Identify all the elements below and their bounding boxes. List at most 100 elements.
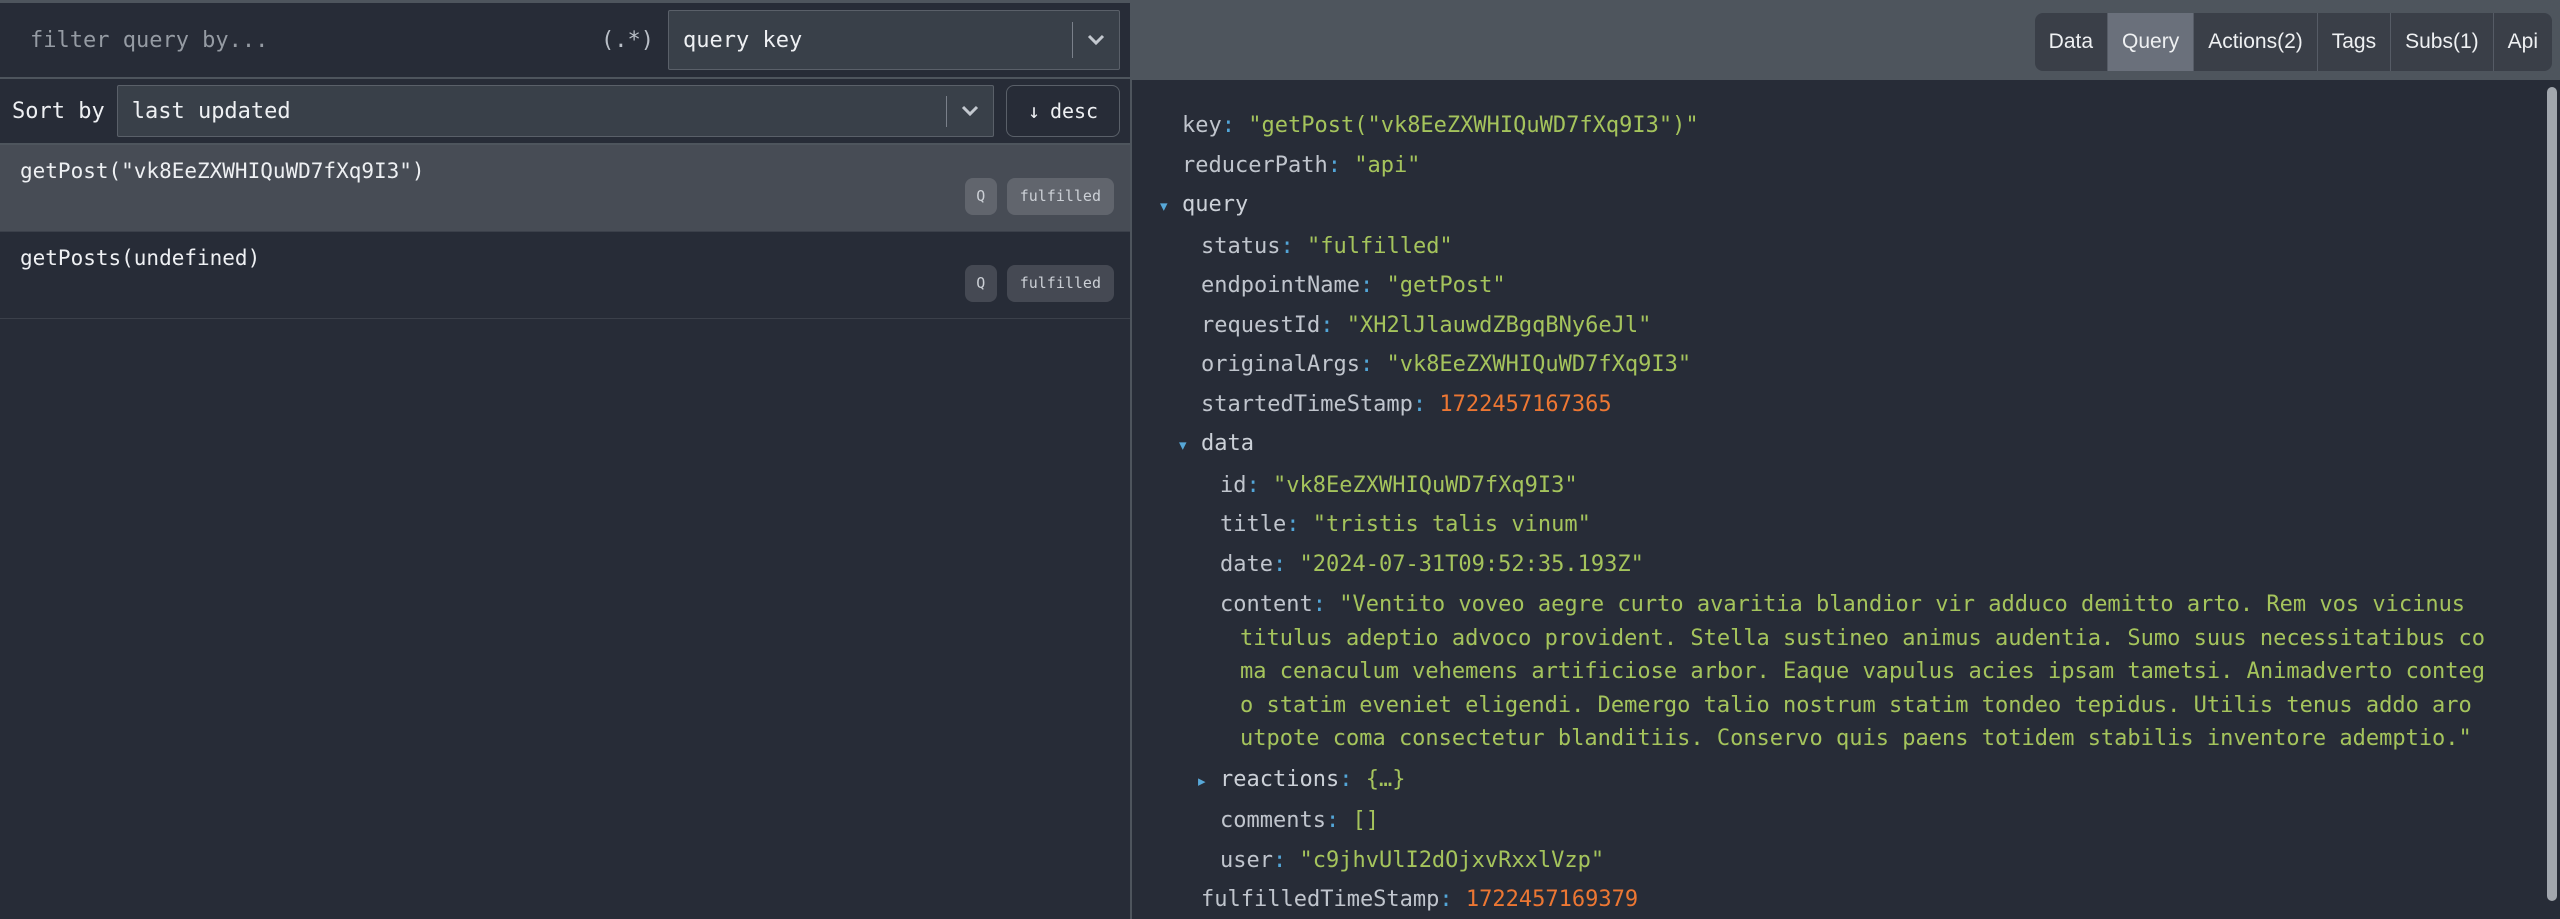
tree-value: "c9jhvUlI2dOjxvRxxlVzp" — [1299, 848, 1604, 873]
tree-row-reducerPath: reducerPath: "api" — [1132, 146, 2530, 186]
sort-bar: Sort by last updated ↓ desc — [0, 79, 1130, 145]
tree-colon: : — [1360, 273, 1387, 298]
tab-actions2[interactable]: Actions(2) — [2193, 13, 2317, 71]
tree-row-requestId: requestId: "XH2lJlauwdZBgqBNy6eJl" — [1132, 306, 2530, 346]
tree-value: "tristis talis vinum" — [1313, 512, 1591, 537]
tree-value: "api" — [1354, 153, 1420, 178]
tree-key[interactable]: reactions — [1220, 767, 1339, 792]
sort-direction-label: desc — [1050, 99, 1098, 123]
expand-arrow-icon[interactable]: ▸ — [1198, 762, 1220, 802]
chevron-down-icon — [961, 105, 979, 117]
tree-key[interactable]: query — [1182, 192, 1248, 217]
tree-row-endpointName: endpointName: "getPost" — [1132, 266, 2530, 306]
tree-key: startedTimeStamp — [1201, 392, 1413, 417]
tree-row-user: user: "c9jhvUlI2dOjxvRxxlVzp" — [1132, 841, 2530, 881]
tab-query[interactable]: Query — [2107, 13, 2193, 71]
tree-key: originalArgs — [1201, 352, 1360, 377]
tree-key: fulfilledTimeStamp — [1201, 887, 1439, 912]
tree-colon: : — [1328, 153, 1355, 178]
tree-key: comments — [1220, 808, 1326, 833]
json-tree: key: "getPost("vk8EeZXWHIQuWD7fXq9I3")"r… — [1132, 80, 2560, 919]
tree-row-status: status: "fulfilled" — [1132, 227, 2530, 267]
tree-key: reducerPath — [1182, 153, 1328, 178]
tree-colon: : — [1273, 552, 1300, 577]
tree-key: key — [1182, 113, 1222, 138]
tree-colon: : — [1439, 887, 1466, 912]
sort-direction-button[interactable]: ↓ desc — [1006, 85, 1120, 137]
tree-value: 1722457169379 — [1466, 887, 1638, 912]
select-divider — [946, 96, 947, 127]
query-list-panel: (.*) query key Sort by last updated ↓ de — [0, 3, 1130, 919]
tree-colon: : — [1313, 592, 1340, 617]
collapse-arrow-icon[interactable]: ▾ — [1179, 426, 1201, 466]
tree-row-query: ▾query — [1132, 185, 2530, 227]
tree-row-content: content: "Ventito voveo aegre curto avar… — [1132, 584, 2486, 760]
query-list: getPost("vk8EeZXWHIQuWD7fXq9I3") Qfulfill… — [0, 145, 1130, 319]
inspector-header: DataQueryActions(2)TagsSubs(1)Api — [1132, 3, 2560, 80]
tree-colon: : — [1286, 512, 1313, 537]
tree-row-comments: comments: [] — [1132, 801, 2530, 841]
inspector-panel: DataQueryActions(2)TagsSubs(1)Api key: "… — [1132, 3, 2560, 919]
tree-key: content — [1220, 592, 1313, 617]
status-badge: fulfilled — [1007, 178, 1114, 215]
scrollbar-thumb[interactable] — [2547, 87, 2557, 901]
tab-data[interactable]: Data — [2035, 13, 2107, 71]
tree-key: title — [1220, 512, 1286, 537]
sort-by-label: Sort by — [12, 99, 105, 124]
filter-field-select[interactable]: query key — [668, 10, 1120, 70]
tab-subs1[interactable]: Subs(1) — [2390, 13, 2493, 71]
tree-value: "XH2lJlauwdZBgqBNy6eJl" — [1347, 313, 1652, 338]
chevron-down-icon — [1087, 34, 1105, 46]
query-type-badge: Q — [965, 178, 997, 215]
tree-colon: : — [1273, 848, 1300, 873]
tree-value: "getPost" — [1386, 273, 1505, 298]
sort-field-select[interactable]: last updated — [117, 85, 994, 137]
arrow-down-icon: ↓ — [1028, 99, 1040, 123]
tree-key: requestId — [1201, 313, 1320, 338]
query-item[interactable]: getPost("vk8EeZXWHIQuWD7fXq9I3") Qfulfill… — [0, 145, 1130, 232]
tree-value: "fulfilled" — [1307, 234, 1453, 259]
status-badge: fulfilled — [1007, 265, 1114, 302]
tree-colon: : — [1320, 313, 1347, 338]
query-item[interactable]: getPosts(undefined) Qfulfilled — [0, 232, 1130, 319]
collapse-arrow-icon[interactable]: ▾ — [1160, 187, 1182, 227]
tree-colon: : — [1413, 392, 1440, 417]
tree-key: date — [1220, 552, 1273, 577]
tab-api[interactable]: Api — [2493, 13, 2552, 71]
tree-row-data: ▾data — [1132, 424, 2530, 466]
tree-row-id: id: "vk8EeZXWHIQuWD7fXq9I3" — [1132, 466, 2530, 506]
filter-query-input[interactable] — [0, 3, 595, 77]
tree-colon: : — [1326, 808, 1353, 833]
tree-colon: : — [1247, 473, 1274, 498]
tree-value: {…} — [1366, 767, 1406, 792]
tree-colon: : — [1280, 234, 1307, 259]
query-item-badges: Qfulfilled — [965, 178, 1114, 215]
tree-value: "Ventito voveo aegre curto avaritia blan… — [1240, 592, 2485, 751]
regex-toggle-button[interactable]: (.*) — [601, 28, 654, 53]
tree-colon: : — [1339, 767, 1366, 792]
tree-row-key: key: "getPost("vk8EeZXWHIQuWD7fXq9I3")" — [1132, 106, 2530, 146]
vertical-scrollbar[interactable] — [2546, 85, 2558, 915]
tree-row-title: title: "tristis talis vinum" — [1132, 505, 2530, 545]
tab-bar: DataQueryActions(2)TagsSubs(1)Api — [2035, 13, 2552, 71]
tree-key: id — [1220, 473, 1247, 498]
tree-colon: : — [1222, 113, 1249, 138]
tree-value: "getPost("vk8EeZXWHIQuWD7fXq9I3")" — [1248, 113, 1698, 138]
query-item-name: getPost("vk8EeZXWHIQuWD7fXq9I3") — [20, 159, 425, 183]
filter-bar: (.*) query key — [0, 3, 1130, 79]
tree-row-fulfilledTimeStamp: fulfilledTimeStamp: 1722457169379 — [1132, 880, 2530, 919]
tab-tags[interactable]: Tags — [2317, 13, 2390, 71]
tree-row-originalArgs: originalArgs: "vk8EeZXWHIQuWD7fXq9I3" — [1132, 345, 2530, 385]
tree-key[interactable]: data — [1201, 431, 1254, 456]
tree-key: status — [1201, 234, 1280, 259]
tree-value: "2024-07-31T09:52:35.193Z" — [1299, 552, 1643, 577]
filter-field-select-value: query key — [683, 28, 1072, 53]
rtk-query-devtools: (.*) query key Sort by last updated ↓ de — [0, 0, 2560, 919]
tree-value: "vk8EeZXWHIQuWD7fXq9I3" — [1273, 473, 1578, 498]
tree-row-startedTimeStamp: startedTimeStamp: 1722457167365 — [1132, 385, 2530, 425]
tree-key: endpointName — [1201, 273, 1360, 298]
query-item-name: getPosts(undefined) — [20, 246, 260, 270]
tree-value: [] — [1352, 808, 1379, 833]
sort-field-select-value: last updated — [132, 99, 946, 124]
query-item-badges: Qfulfilled — [965, 265, 1114, 302]
